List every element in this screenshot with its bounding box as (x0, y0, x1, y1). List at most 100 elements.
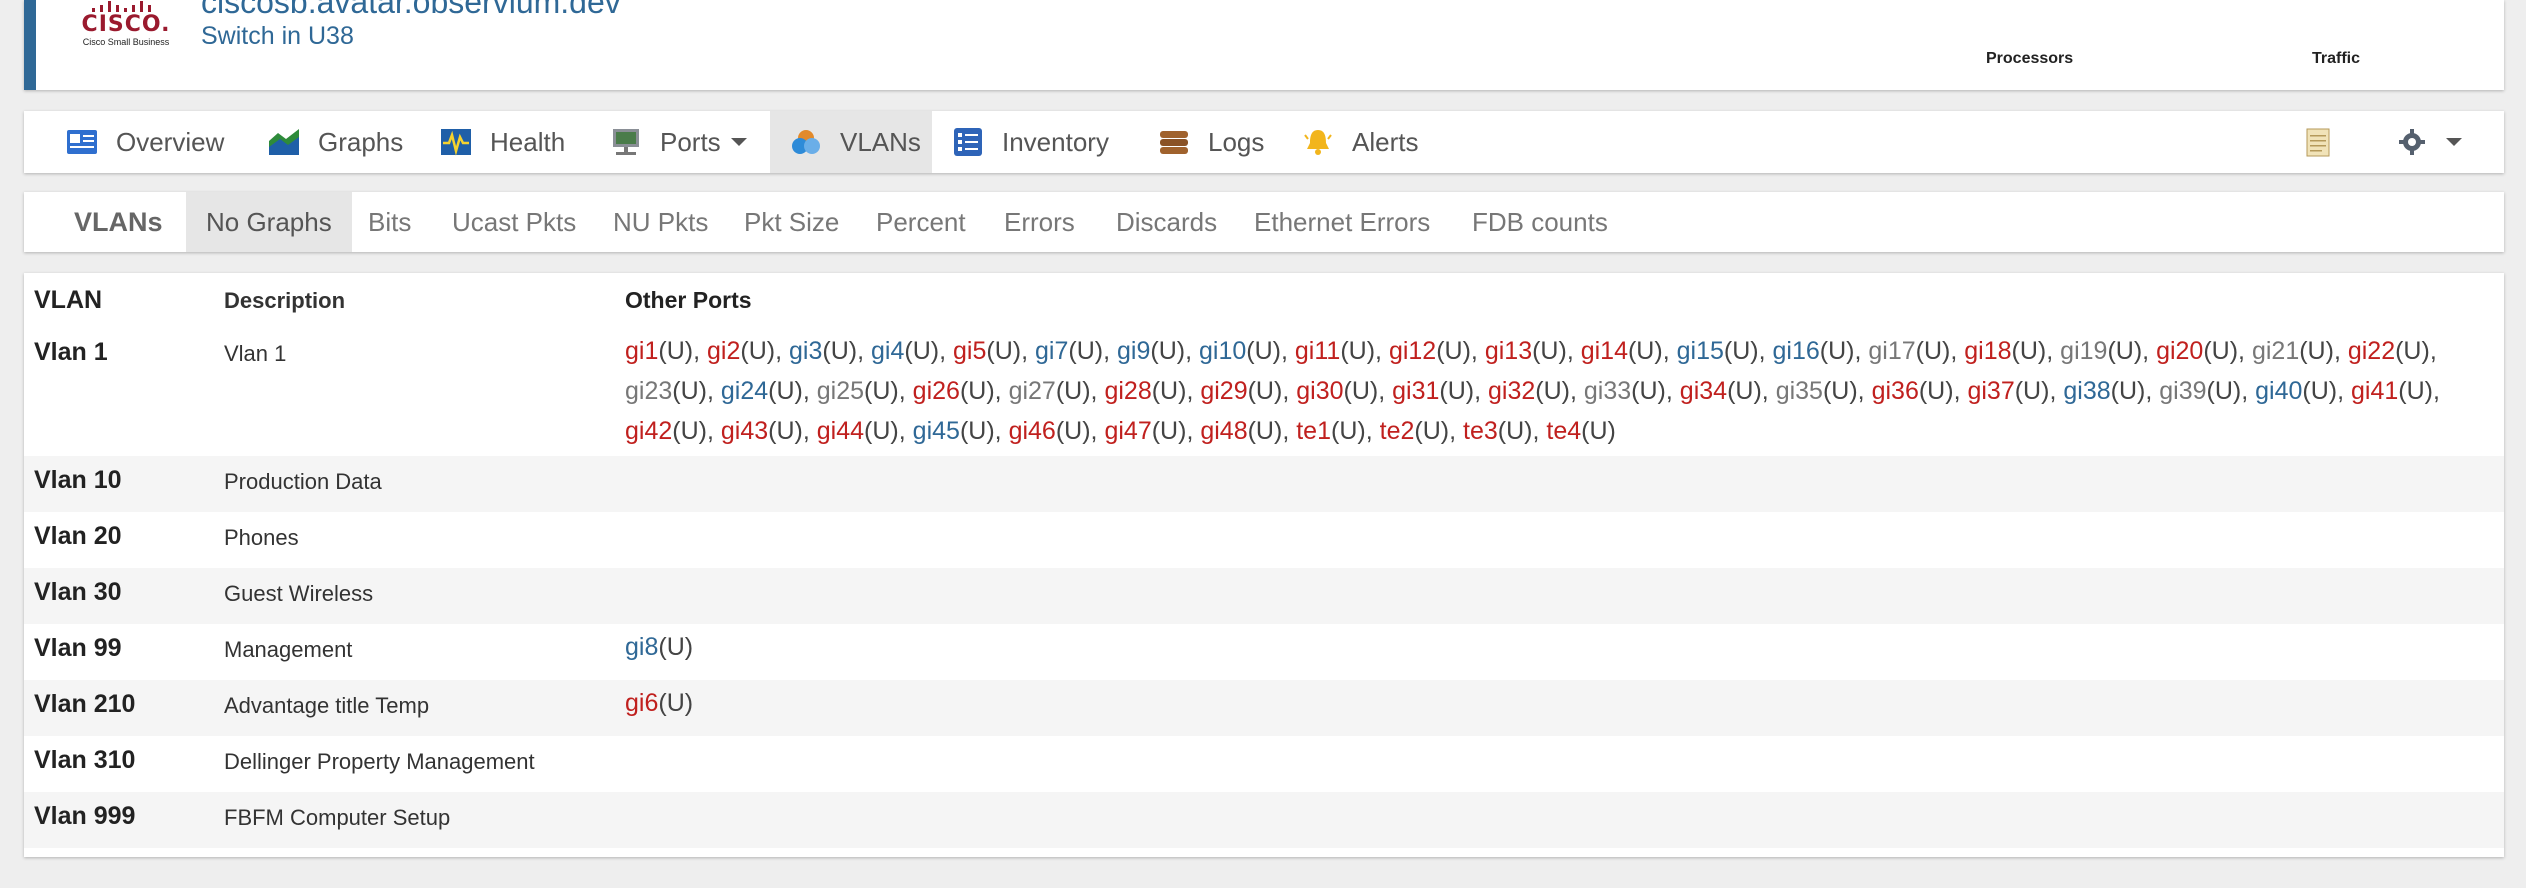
tab-errors[interactable]: Errors (1004, 192, 1075, 252)
port-link[interactable]: gi38 (2063, 377, 2110, 405)
port-link[interactable]: gi42 (625, 417, 672, 445)
vlan-table-body: Vlan 1 Vlan 1 gi1(U), gi2(U), gi3(U), gi4(… (24, 328, 2504, 848)
port-link[interactable]: gi20 (2156, 337, 2203, 365)
nav-ports[interactable]: Ports (610, 111, 747, 173)
tab-discards[interactable]: Discards (1116, 192, 1217, 252)
port-link[interactable]: gi11 (1295, 337, 1340, 365)
port-link[interactable]: gi9 (1117, 337, 1150, 365)
alerts-icon (1304, 130, 1332, 155)
port-link[interactable]: gi34 (1680, 377, 1727, 405)
vlan-table: VLAN Description Other Ports Vlan 1 Vlan … (24, 273, 2504, 848)
port-link[interactable]: te3 (1463, 417, 1498, 445)
port-link[interactable]: gi25 (817, 377, 864, 405)
port-link[interactable]: gi6 (625, 689, 658, 717)
tab-fdb-counts[interactable]: FDB counts (1472, 192, 1608, 252)
port-entry: gi17(U) (1868, 337, 1950, 365)
port-link[interactable]: te4 (1546, 417, 1581, 445)
nav-overview-label: Overview (116, 126, 225, 157)
port-link[interactable]: gi16 (1773, 337, 1820, 365)
port-link[interactable]: gi41 (2351, 377, 2398, 405)
port-link[interactable]: gi4 (871, 337, 904, 365)
tab-ucast-pkts[interactable]: Ucast Pkts (452, 192, 576, 252)
tab-ethernet-errors[interactable]: Ethernet Errors (1254, 192, 1430, 252)
port-link[interactable]: gi35 (1776, 377, 1823, 405)
port-link[interactable]: gi48 (1200, 417, 1247, 445)
nav-alerts[interactable]: Alerts (1302, 111, 1418, 173)
port-link[interactable]: gi30 (1296, 377, 1343, 405)
port-link[interactable]: gi1 (625, 337, 658, 365)
port-link[interactable]: gi40 (2255, 377, 2302, 405)
vlans-icon (792, 130, 820, 154)
port-link[interactable]: gi17 (1868, 337, 1915, 365)
vlan-description-cell: Management (224, 637, 353, 662)
port-link[interactable]: gi18 (1964, 337, 2011, 365)
untagged-marker: (U) (1915, 337, 1951, 365)
port-link[interactable]: gi45 (913, 417, 960, 445)
port-link[interactable]: gi33 (1584, 377, 1631, 405)
port-link[interactable]: gi32 (1488, 377, 1535, 405)
nav-health[interactable]: Health (440, 111, 565, 173)
port-link[interactable]: gi15 (1677, 337, 1724, 365)
port-link[interactable]: gi47 (1104, 417, 1151, 445)
port-link[interactable]: gi22 (2348, 337, 2395, 365)
vlan-cell: Vlan 210 (24, 680, 224, 736)
port-link[interactable]: gi3 (789, 337, 822, 365)
other-ports-cell (625, 456, 2504, 512)
port-link[interactable]: gi23 (625, 377, 672, 405)
port-link[interactable]: gi8 (625, 633, 658, 661)
table-row: Vlan 210 Advantage title Temp gi6(U) (24, 680, 2504, 736)
tab-no-graphs[interactable]: No Graphs (186, 192, 352, 252)
untagged-marker: (U) (1247, 377, 1283, 405)
untagged-marker: (U) (1581, 417, 1616, 445)
port-link[interactable]: te2 (1380, 417, 1415, 445)
port-link[interactable]: gi29 (1200, 377, 1247, 405)
port-entry: gi47(U) (1104, 417, 1186, 445)
nav-logs[interactable]: Logs (1158, 111, 1264, 173)
untagged-marker: (U) (2110, 377, 2146, 405)
nav-inventory[interactable]: Inventory (952, 111, 1109, 173)
port-link[interactable]: gi28 (1104, 377, 1151, 405)
port-link[interactable]: gi39 (2159, 377, 2206, 405)
port-link[interactable]: gi36 (1872, 377, 1919, 405)
settings-menu[interactable] (2396, 111, 2462, 173)
port-link[interactable]: gi44 (817, 417, 864, 445)
port-entry: gi31(U) (1392, 377, 1474, 405)
untagged-marker: (U) (1055, 377, 1091, 405)
vlan-cell: Vlan 10 (24, 456, 224, 512)
port-link[interactable]: gi46 (1009, 417, 1056, 445)
port-link[interactable]: gi7 (1035, 337, 1068, 365)
port-link[interactable]: gi2 (707, 337, 740, 365)
port-link[interactable]: gi21 (2252, 337, 2299, 365)
device-location[interactable]: Switch in U38 (201, 22, 354, 51)
nav-graphs[interactable]: Graphs (268, 111, 403, 173)
port-link[interactable]: gi13 (1485, 337, 1532, 365)
port-link[interactable]: gi27 (1009, 377, 1056, 405)
tab-bits[interactable]: Bits (368, 192, 411, 252)
device-hostname[interactable]: ciscosb.avatar.observium.dev (201, 0, 621, 21)
port-link[interactable]: gi19 (2060, 337, 2107, 365)
port-link[interactable]: gi37 (1967, 377, 2014, 405)
port-entry: gi7(U) (1035, 337, 1103, 365)
vlan-description-cell: Advantage title Temp (224, 680, 625, 736)
port-link[interactable]: gi14 (1581, 337, 1628, 365)
port-entry: gi30(U) (1296, 377, 1378, 405)
port-link[interactable]: gi31 (1392, 377, 1439, 405)
port-link[interactable]: gi26 (913, 377, 960, 405)
port-link[interactable]: te1 (1296, 417, 1331, 445)
other-ports-cell (625, 792, 2504, 848)
nav-vlans[interactable]: VLANs (770, 111, 932, 173)
column-header-description: Description (224, 287, 346, 313)
untagged-marker: (U) (2014, 377, 2050, 405)
tab-pkt-size[interactable]: Pkt Size (744, 192, 839, 252)
port-link[interactable]: gi12 (1389, 337, 1436, 365)
port-link[interactable]: gi5 (953, 337, 986, 365)
port-link[interactable]: gi43 (721, 417, 768, 445)
notepad-button[interactable] (2302, 111, 2352, 173)
nav-overview[interactable]: Overview (66, 111, 224, 173)
port-entry: gi39(U) (2159, 377, 2241, 405)
port-link[interactable]: gi24 (721, 377, 768, 405)
untagged-marker: (U) (768, 417, 803, 445)
tab-nu-pkts[interactable]: NU Pkts (613, 192, 708, 252)
tab-percent[interactable]: Percent (876, 192, 966, 252)
port-link[interactable]: gi10 (1199, 337, 1246, 365)
